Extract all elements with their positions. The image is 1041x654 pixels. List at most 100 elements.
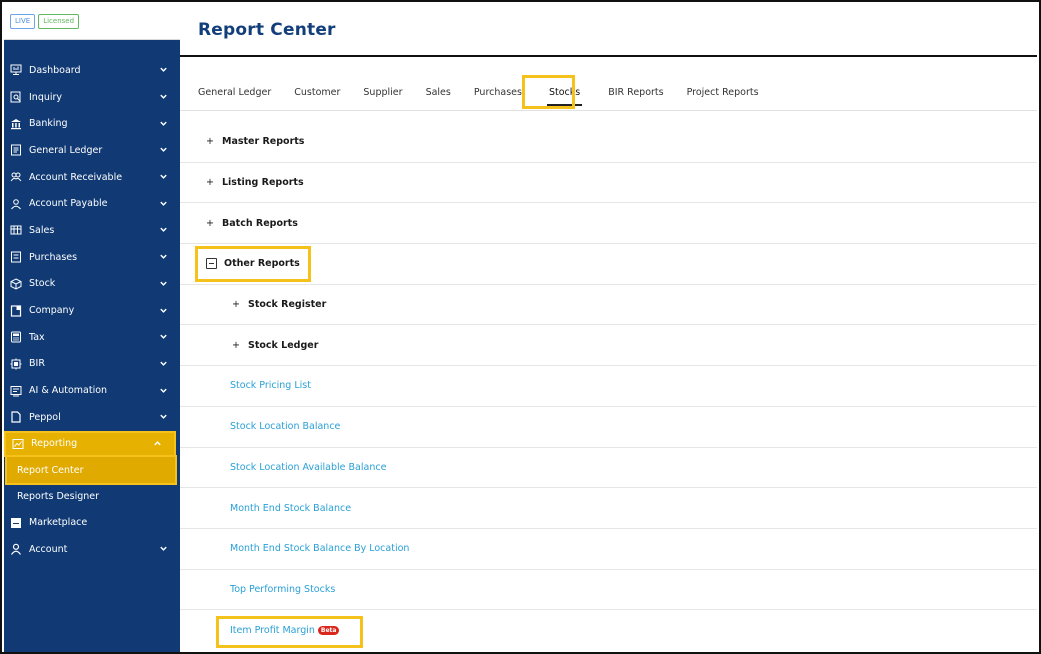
section-listing-reports[interactable]: + Listing Reports	[180, 163, 1037, 204]
peppol-icon	[9, 411, 22, 424]
chevron-down-icon	[160, 201, 167, 206]
chevron-up-icon	[154, 441, 161, 446]
expand-icon: +	[232, 299, 240, 311]
sidebar-item-label: Marketplace	[29, 517, 88, 529]
sidebar-item-label: BIR	[29, 358, 45, 370]
report-link-stock-pricing-list[interactable]: Stock Pricing List	[180, 366, 1037, 407]
licensed-badge: Licensed	[38, 14, 80, 29]
sidebar-item-sales[interactable]: Sales	[4, 217, 180, 244]
expand-icon: +	[206, 217, 214, 229]
report-link-stock-location-balance[interactable]: Stock Location Balance	[180, 407, 1037, 448]
tab-purchases[interactable]: Purchases	[474, 86, 522, 100]
sidebar-item-label: Account	[29, 543, 68, 555]
sidebar-item-label: General Ledger	[29, 144, 103, 156]
sidebar-subitem-reports-designer[interactable]: Reports Designer	[4, 483, 180, 509]
sidebar-item-label: Peppol	[29, 411, 61, 423]
sidebar-item-reporting[interactable]: Reporting	[4, 430, 176, 458]
sidebar-item-account-receivable[interactable]: Account Receivable	[4, 164, 180, 191]
sidebar-item-label: Inquiry	[29, 91, 63, 103]
sidebar-item-stock[interactable]: Stock	[4, 271, 180, 298]
bir-icon	[9, 357, 22, 370]
inquiry-icon	[9, 91, 22, 104]
report-link-label: Top Performing Stocks	[230, 583, 336, 595]
sidebar-item-bir[interactable]: BIR	[4, 351, 180, 378]
chevron-down-icon	[160, 254, 167, 260]
page-header: Report Center	[180, 4, 1037, 57]
section-master-reports[interactable]: + Master Reports	[180, 122, 1037, 163]
sidebar-item-label: Company	[29, 305, 75, 317]
sidebar-item-peppol[interactable]: Peppol	[4, 404, 180, 431]
tab-sales[interactable]: Sales	[426, 86, 451, 100]
chevron-down-icon	[160, 67, 167, 73]
sidebar-item-general-ledger[interactable]: General Ledger	[4, 137, 180, 164]
sidebar-item-label: Account Payable	[29, 198, 108, 210]
sidebar-item-label: Reporting	[31, 438, 78, 450]
report-tabs: General Ledger Customer Supplier Sales P…	[180, 59, 1037, 111]
chevron-down-icon	[160, 308, 167, 313]
tab-customer[interactable]: Customer	[294, 86, 340, 100]
sidebar-subitem-label: Reports Designer	[17, 490, 100, 502]
ledger-icon	[9, 144, 22, 157]
page-title: Report Center	[198, 19, 336, 40]
section-label: Master Reports	[222, 136, 305, 148]
sidebar-item-label: Account Receivable	[29, 171, 123, 183]
sidebar-item-marketplace[interactable]: Marketplace	[4, 509, 180, 536]
item-profit-margin-highlight	[216, 616, 363, 648]
receivable-icon	[9, 171, 22, 184]
sidebar-item-label: Dashboard	[29, 64, 81, 76]
company-icon	[9, 304, 22, 317]
live-badge: LIVE	[10, 14, 36, 29]
report-link-month-end-stock-balance[interactable]: Month End Stock Balance	[180, 488, 1037, 529]
tab-general-ledger[interactable]: General Ledger	[198, 86, 271, 100]
report-link-top-performing-stocks[interactable]: Top Performing Stocks	[180, 570, 1037, 611]
sidebar-item-purchases[interactable]: Purchases	[4, 244, 180, 271]
subsection-stock-register[interactable]: + Stock Register	[180, 285, 1037, 326]
section-batch-reports[interactable]: + Batch Reports	[180, 203, 1037, 245]
sales-icon	[9, 224, 22, 237]
chevron-down-icon	[160, 121, 167, 126]
report-link-label: Stock Location Balance	[230, 421, 341, 433]
subsection-stock-ledger[interactable]: + Stock Ledger	[180, 325, 1037, 367]
sidebar-item-account-payable[interactable]: Account Payable	[4, 190, 180, 217]
expand-icon: +	[206, 136, 214, 148]
other-reports-highlight	[195, 246, 311, 282]
chevron-down-icon	[160, 174, 167, 179]
bank-icon	[9, 117, 22, 130]
dashboard-icon	[9, 64, 22, 77]
chevron-down-icon	[160, 94, 167, 99]
sidebar-item-label: AI & Automation	[29, 385, 108, 397]
sidebar-item-inquiry[interactable]: Inquiry	[4, 84, 180, 111]
chevron-down-icon	[160, 228, 167, 233]
sidebar-item-label: Banking	[29, 118, 68, 130]
sidebar-item-dashboard[interactable]: Dashboard	[4, 57, 180, 84]
report-link-stock-location-available-balance[interactable]: Stock Location Available Balance	[180, 448, 1037, 489]
app-frame: LIVE Licensed Dashboard Inquiry Banking	[0, 0, 1041, 654]
sidebar-item-label: Tax	[29, 331, 45, 343]
sidebar-item-account[interactable]: Account	[4, 536, 180, 563]
sidebar-subitem-report-center[interactable]: Report Center	[5, 455, 177, 486]
sidebar-subitem-label: Report Center	[17, 464, 84, 476]
stock-icon	[9, 277, 22, 290]
chevron-down-icon	[160, 388, 167, 393]
sidebar-item-ai-automation[interactable]: AI & Automation	[4, 377, 180, 404]
stocks-tab-highlight	[522, 75, 575, 109]
chevron-down-icon	[160, 546, 167, 552]
tab-project-reports[interactable]: Project Reports	[687, 86, 759, 100]
report-link-month-end-stock-balance-by-location[interactable]: Month End Stock Balance By Location	[180, 529, 1037, 570]
tax-icon	[9, 331, 22, 344]
tab-supplier[interactable]: Supplier	[363, 86, 402, 100]
reporting-icon	[11, 437, 24, 450]
chevron-down-icon	[160, 361, 167, 366]
sidebar-item-banking[interactable]: Banking	[4, 110, 180, 137]
report-link-label: Month End Stock Balance By Location	[230, 543, 410, 555]
report-link-label: Stock Pricing List	[230, 380, 311, 392]
sidebar-item-company[interactable]: Company	[4, 297, 180, 324]
payable-icon	[9, 197, 22, 210]
sidebar-nav: Dashboard Inquiry Banking General Ledger	[4, 40, 180, 563]
purchases-icon	[9, 251, 22, 264]
chevron-down-icon	[160, 414, 167, 420]
tab-bir-reports[interactable]: BIR Reports	[608, 86, 663, 100]
sidebar-item-label: Stock	[29, 278, 56, 290]
sidebar-item-tax[interactable]: Tax	[4, 324, 180, 351]
sidebar-item-label: Sales	[29, 224, 55, 236]
